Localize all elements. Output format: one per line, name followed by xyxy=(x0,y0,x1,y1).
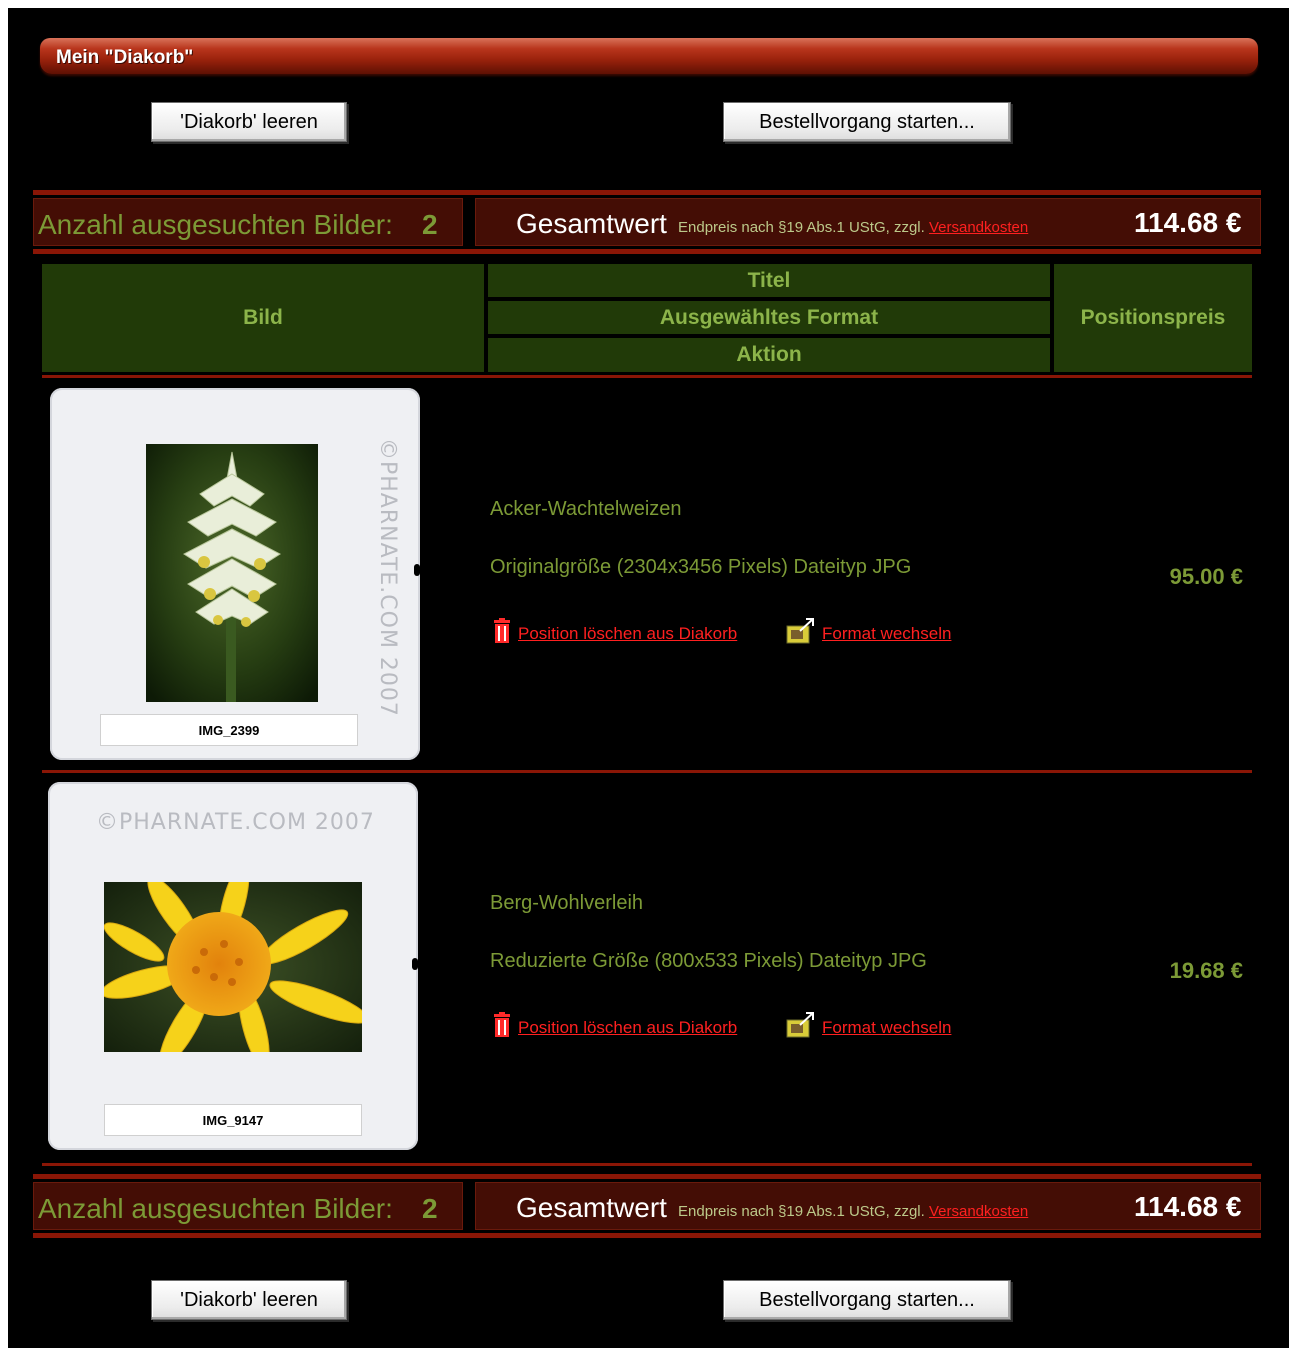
total-label: Gesamtwert xyxy=(516,208,667,239)
item-title: Berg-Wohlverleih xyxy=(490,892,644,914)
tax-note-text: Endpreis nach §19 Abs.1 UStG, zzgl. xyxy=(678,1203,925,1220)
tax-note-text: Endpreis nach §19 Abs.1 UStG, zzgl. xyxy=(678,219,925,236)
column-header-title: Titel xyxy=(488,264,1050,297)
delete-position-link[interactable]: Position löschen aus Diakorb xyxy=(518,624,737,644)
slide-thumbnail[interactable]: ©PHARNATE.COM 2007 xyxy=(50,388,420,760)
image-count-value: 2 xyxy=(422,209,438,240)
shipping-costs-link[interactable]: Versandkosten xyxy=(929,219,1028,236)
item-format: Originalgröße (2304x3456 Pixels) Dateity… xyxy=(490,556,912,578)
start-order-button-top[interactable]: Bestellvorgang starten... xyxy=(723,102,1011,142)
flower-image xyxy=(146,444,318,702)
item-price: 19.68 € xyxy=(1169,958,1243,983)
page-title-bar: Mein "Diakorb" xyxy=(40,38,1258,74)
slide-thumbnail[interactable]: ©PHARNATE.COM 2007 xyxy=(48,782,418,1150)
change-format-link[interactable]: Format wechseln xyxy=(822,624,951,644)
image-count-value: 2 xyxy=(422,1193,438,1224)
resize-icon xyxy=(786,1012,814,1038)
row-divider xyxy=(42,1163,1252,1166)
watermark: ©PHARNATE.COM 2007 xyxy=(375,438,400,717)
total-value: 114.68 € xyxy=(1134,1191,1242,1222)
tax-note: Endpreis nach §19 Abs.1 UStG, zzgl. Vers… xyxy=(678,1203,1028,1220)
summary-bar-top: Anzahl ausgesuchten Bilder: 2 Gesamtwert… xyxy=(33,190,1261,254)
trash-icon xyxy=(494,618,510,643)
change-format-action[interactable]: Format wechseln xyxy=(786,1012,951,1038)
column-header-action: Aktion xyxy=(488,338,1050,372)
total-label: Gesamtwert xyxy=(516,1192,667,1223)
item-actions: Position löschen aus Diakorb Format wech… xyxy=(490,1012,990,1042)
summary-bar-bottom: Anzahl ausgesuchten Bilder: 2 Gesamtwert… xyxy=(33,1174,1261,1238)
page-frame: Mein "Diakorb" 'Diakorb' leeren Bestellv… xyxy=(8,8,1289,1348)
item-price: 95.00 € xyxy=(1169,564,1243,589)
flower-image xyxy=(104,882,362,1052)
slide-caption: IMG_2399 xyxy=(100,714,358,746)
row-divider xyxy=(42,770,1252,773)
slide-notch xyxy=(412,958,418,970)
slide-notch xyxy=(414,564,420,576)
total-cell: Gesamtwert Endpreis nach §19 Abs.1 UStG,… xyxy=(475,1182,1261,1230)
delete-position-link[interactable]: Position löschen aus Diakorb xyxy=(518,1018,737,1038)
image-count-label: Anzahl ausgesuchten Bilder: xyxy=(38,209,393,240)
delete-position-action[interactable]: Position löschen aus Diakorb xyxy=(492,1012,737,1038)
item-title: Acker-Wachtelweizen xyxy=(490,498,682,520)
start-order-button-bottom[interactable]: Bestellvorgang starten... xyxy=(723,1280,1011,1320)
tax-note: Endpreis nach §19 Abs.1 UStG, zzgl. Vers… xyxy=(678,219,1028,236)
photo-berg-wohlverleih xyxy=(104,882,362,1052)
clear-basket-button-top[interactable]: 'Diakorb' leeren xyxy=(151,102,347,142)
trash-icon xyxy=(494,1012,510,1037)
column-header-image: Bild xyxy=(42,264,484,372)
item-actions: Position löschen aus Diakorb Format wech… xyxy=(490,618,990,648)
column-header-price: Positionspreis xyxy=(1054,264,1252,372)
divider xyxy=(33,1233,1261,1238)
divider xyxy=(33,190,1261,195)
total-value: 114.68 € xyxy=(1134,207,1242,238)
photo-acker-wachtelweizen xyxy=(146,444,318,702)
image-count-cell: Anzahl ausgesuchten Bilder: 2 xyxy=(33,1182,463,1230)
watermark: ©PHARNATE.COM 2007 xyxy=(96,810,375,835)
total-cell: Gesamtwert Endpreis nach §19 Abs.1 UStG,… xyxy=(475,198,1261,246)
delete-position-action[interactable]: Position löschen aus Diakorb xyxy=(492,618,737,644)
change-format-link[interactable]: Format wechseln xyxy=(822,1018,951,1038)
resize-icon xyxy=(786,618,814,644)
shipping-costs-link[interactable]: Versandkosten xyxy=(929,1203,1028,1220)
image-count-label: Anzahl ausgesuchten Bilder: xyxy=(38,1193,393,1224)
divider xyxy=(33,249,1261,254)
item-format: Reduzierte Größe (800x533 Pixels) Dateit… xyxy=(490,950,927,972)
change-format-action[interactable]: Format wechseln xyxy=(786,618,951,644)
image-count-cell: Anzahl ausgesuchten Bilder: 2 xyxy=(33,198,463,246)
page-title: Mein "Diakorb" xyxy=(56,47,194,68)
row-divider xyxy=(42,375,1252,378)
slide-caption: IMG_9147 xyxy=(104,1104,362,1136)
column-header-format: Ausgewähltes Format xyxy=(488,301,1050,334)
divider xyxy=(33,1174,1261,1179)
clear-basket-button-bottom[interactable]: 'Diakorb' leeren xyxy=(151,1280,347,1320)
